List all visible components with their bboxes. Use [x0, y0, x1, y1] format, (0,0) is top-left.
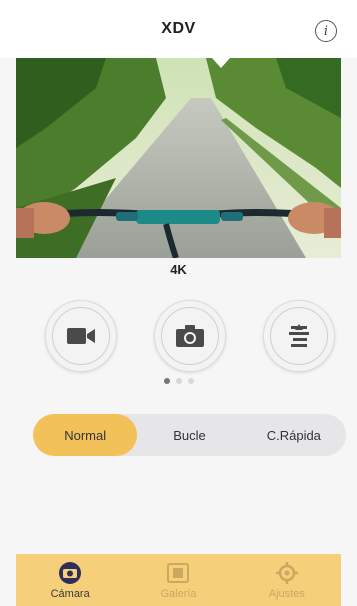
- tab-camera[interactable]: Cámara: [16, 554, 124, 606]
- settings-mode-button[interactable]: [263, 300, 335, 372]
- video-camera-icon: [52, 307, 110, 365]
- info-icon[interactable]: i: [315, 20, 337, 42]
- header-bar: XDV i: [0, 0, 357, 58]
- gallery-icon: [167, 562, 190, 583]
- tab-gallery-label: Galería: [160, 587, 197, 600]
- segment-normal[interactable]: Normal: [33, 414, 138, 456]
- page-indicator: [0, 378, 357, 388]
- capture-mode-segment: Normal Bucle C.Rápida: [33, 414, 346, 456]
- segment-loop[interactable]: Bucle: [137, 414, 241, 456]
- mode-selector: [0, 300, 357, 375]
- tab-settings[interactable]: Ajustes: [233, 554, 341, 606]
- page-dot[interactable]: [175, 378, 182, 384]
- preview-image: [16, 58, 341, 258]
- page-dot[interactable]: [187, 378, 194, 384]
- tab-camera-label: Cámara: [50, 587, 90, 600]
- settings-icon: [270, 307, 328, 365]
- page-dot[interactable]: [163, 378, 170, 384]
- camera-tab-icon: [59, 561, 82, 584]
- video-mode-button[interactable]: [45, 300, 117, 372]
- segment-timelapse[interactable]: C.Rápida: [242, 414, 346, 456]
- live-preview[interactable]: [16, 58, 341, 258]
- bottom-tab-bar: Cámara Galería Ajustes: [16, 554, 341, 606]
- photo-mode-button[interactable]: [154, 300, 226, 372]
- app-title: XDV: [161, 20, 196, 37]
- tab-gallery[interactable]: Galería: [124, 554, 232, 606]
- settings-gear-icon: [275, 561, 298, 584]
- resolution-label: 4K: [170, 262, 187, 277]
- tab-settings-label: Ajustes: [268, 587, 305, 600]
- app-screen: XDV i 4K Normal Bucle C.Rápida Cámara Ga…: [0, 0, 357, 606]
- camera-icon: [161, 307, 219, 365]
